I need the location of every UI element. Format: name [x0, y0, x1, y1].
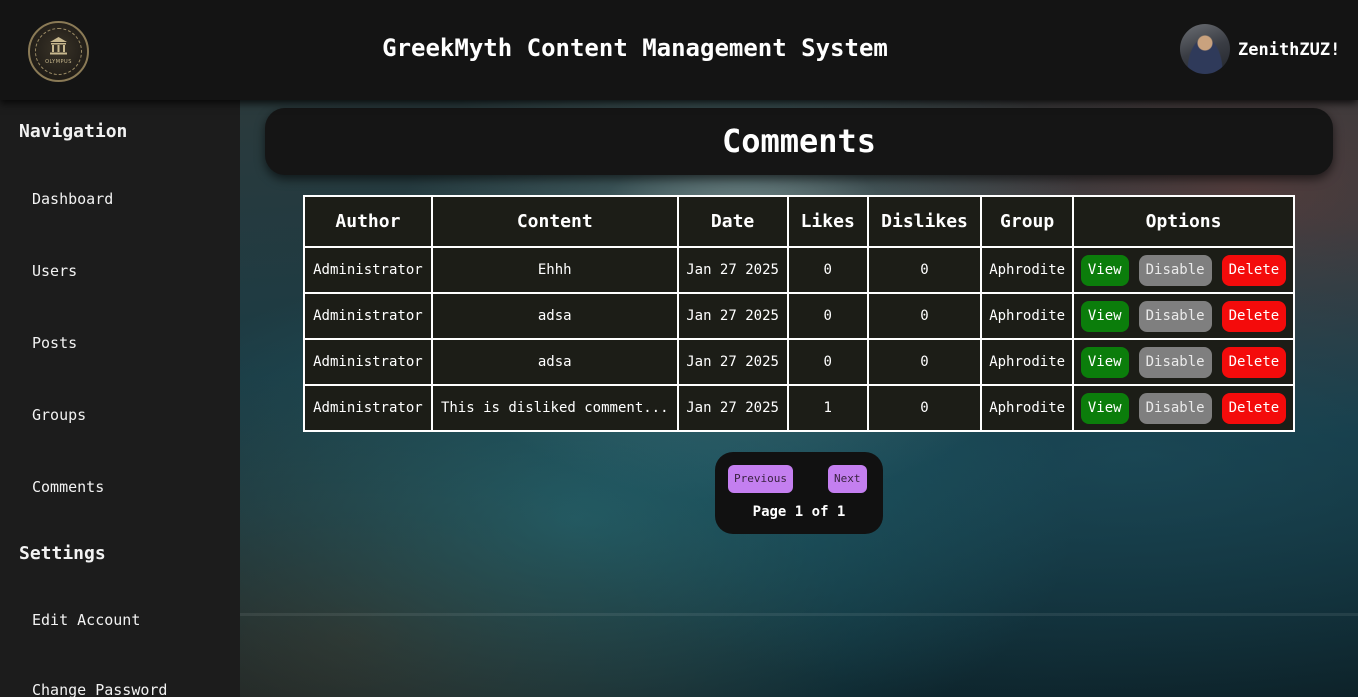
cell-likes: 1: [786, 384, 869, 432]
column-header-group: Group: [980, 195, 1075, 248]
cell-content: adsa: [430, 292, 679, 340]
disable-button[interactable]: Disable: [1138, 254, 1212, 286]
cell-date: Jan 27 2025: [676, 292, 789, 340]
table-row: Administrator adsa Jan 27 2025 0 0 Aphro…: [303, 292, 1295, 340]
column-header-date: Date: [676, 195, 789, 248]
cell-options: View Disable Delete: [1072, 384, 1295, 432]
cell-dislikes: 0: [866, 338, 983, 386]
column-header-likes: Likes: [786, 195, 869, 248]
delete-button[interactable]: Delete: [1221, 346, 1287, 378]
cell-likes: 0: [786, 338, 869, 386]
view-button[interactable]: View: [1080, 300, 1129, 332]
cell-dislikes: 0: [866, 384, 983, 432]
cell-group: Aphrodite: [980, 292, 1075, 340]
table-header-row: Author Content Date Likes Dislikes Group…: [303, 195, 1295, 248]
cell-date: Jan 27 2025: [676, 338, 789, 386]
cell-author: Administrator: [303, 246, 433, 294]
cell-author: Administrator: [303, 292, 433, 340]
disable-button[interactable]: Disable: [1138, 346, 1212, 378]
app-title: GreekMyth Content Management System: [382, 34, 888, 62]
column-header-author: Author: [303, 195, 433, 248]
disable-button[interactable]: Disable: [1138, 392, 1212, 424]
delete-button[interactable]: Delete: [1221, 254, 1287, 286]
user-avatar[interactable]: [1180, 24, 1230, 74]
sidebar-item-change-password[interactable]: Change Password: [32, 681, 167, 697]
cell-content: This is disliked comment...: [430, 384, 679, 432]
sidebar-item-edit-account[interactable]: Edit Account: [32, 611, 140, 629]
navigation-heading: Navigation: [19, 121, 128, 142]
view-button[interactable]: View: [1080, 392, 1129, 424]
delete-button[interactable]: Delete: [1221, 392, 1287, 424]
row-options: View Disable Delete: [1079, 346, 1288, 378]
username[interactable]: ZenithZUZ!: [1238, 40, 1340, 60]
cell-author: Administrator: [303, 384, 433, 432]
column-header-options: Options: [1072, 195, 1295, 248]
table-row: Administrator This is disliked comment..…: [303, 384, 1295, 432]
sidebar: Navigation Dashboard Users Posts Groups …: [0, 100, 240, 697]
row-options: View Disable Delete: [1079, 392, 1288, 424]
pagination: Previous Next Page 1 of 1: [715, 452, 883, 534]
column-header-content: Content: [430, 195, 679, 248]
top-header: OLYMPUS GreekMyth Content Management Sys…: [0, 0, 1358, 100]
cell-likes: 0: [786, 292, 869, 340]
cell-group: Aphrodite: [980, 338, 1075, 386]
column-header-dislikes: Dislikes: [866, 195, 983, 248]
background-seam: [240, 613, 1358, 616]
cell-options: View Disable Delete: [1072, 246, 1295, 294]
table-row: Administrator Ehhh Jan 27 2025 0 0 Aphro…: [303, 246, 1295, 294]
row-options: View Disable Delete: [1079, 254, 1288, 286]
page-info: Page 1 of 1: [752, 504, 846, 520]
row-options: View Disable Delete: [1079, 300, 1288, 332]
cell-dislikes: 0: [866, 292, 983, 340]
sidebar-item-dashboard[interactable]: Dashboard: [32, 190, 113, 208]
cell-options: View Disable Delete: [1072, 338, 1295, 386]
cell-content: Ehhh: [430, 246, 679, 294]
cell-options: View Disable Delete: [1072, 292, 1295, 340]
cell-group: Aphrodite: [980, 246, 1075, 294]
page-title-bar: Comments: [265, 108, 1333, 175]
view-button[interactable]: View: [1080, 346, 1129, 378]
cell-dislikes: 0: [866, 246, 983, 294]
cell-content: adsa: [430, 338, 679, 386]
comments-table: Author Content Date Likes Dislikes Group…: [303, 195, 1295, 432]
sidebar-item-users[interactable]: Users: [32, 262, 77, 280]
delete-button[interactable]: Delete: [1221, 300, 1287, 332]
cell-date: Jan 27 2025: [676, 384, 789, 432]
next-button[interactable]: Next: [828, 465, 867, 493]
sidebar-item-groups[interactable]: Groups: [32, 406, 86, 424]
page-title: Comments: [721, 122, 877, 160]
cell-date: Jan 27 2025: [676, 246, 789, 294]
table-row: Administrator adsa Jan 27 2025 0 0 Aphro…: [303, 338, 1295, 386]
sidebar-item-posts[interactable]: Posts: [32, 334, 77, 352]
previous-button[interactable]: Previous: [728, 465, 793, 493]
cell-likes: 0: [786, 246, 869, 294]
settings-heading: Settings: [19, 543, 106, 564]
cell-author: Administrator: [303, 338, 433, 386]
view-button[interactable]: View: [1080, 254, 1129, 286]
disable-button[interactable]: Disable: [1138, 300, 1212, 332]
sidebar-item-comments[interactable]: Comments: [32, 478, 104, 496]
cell-group: Aphrodite: [980, 384, 1075, 432]
